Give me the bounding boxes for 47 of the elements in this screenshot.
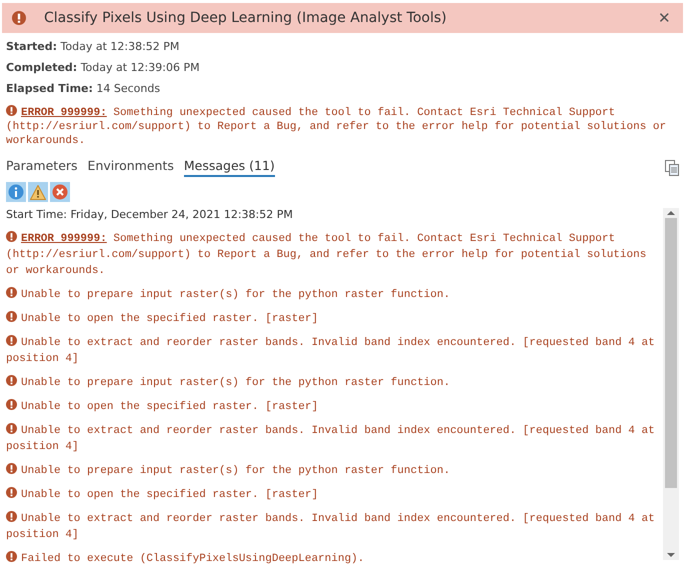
error-icon (12, 11, 26, 25)
error-link[interactable]: ERROR 999999: (21, 233, 107, 245)
filter-button[interactable] (6, 182, 26, 202)
error-message: Unable to prepare input raster(s) for the python raster function. (6, 375, 659, 391)
scroll-up-icon[interactable] (667, 208, 675, 218)
error-link[interactable]: ERROR 999999: (21, 107, 107, 119)
error-icon (6, 231, 17, 242)
error-icon (6, 551, 17, 562)
error-icon (6, 287, 17, 298)
scroll-thumb[interactable] (665, 218, 677, 488)
error-icon (6, 463, 17, 474)
info-line: Elapsed Time: 14 Seconds (5, 82, 162, 96)
error-message: Unable to prepare input raster(s) for the python raster function. (6, 287, 659, 303)
warning-icon (30, 184, 46, 200)
scrollbar[interactable] (663, 208, 679, 560)
error-icon (6, 399, 17, 410)
error-message: Unable to open the specified raster. [raster] (6, 311, 659, 327)
error-message: Failed to execute (ClassifyPixelsUsingDeepLearning). (6, 551, 659, 567)
tab[interactable]: Messages (11) (184, 158, 275, 177)
info-icon (8, 184, 24, 200)
filter-button[interactable] (28, 182, 48, 202)
error-message: Unable to extract and reorder raster bands. Invalid band index encountered. [requested band 4 at position 4] (6, 423, 656, 455)
error-message: Unable to prepare input raster(s) for the python raster function. (6, 463, 659, 479)
info-line: Completed: Today at 12:39:06 PM (5, 61, 201, 75)
error-icon (52, 184, 68, 200)
error-message: ERROR 999999: Something unexpected caused the tool to fail. Contact Esri Technical Support (http://esriurl.com/support) to Report a Bug, and refer to the error help for potential solutions or workarounds. (6, 231, 648, 279)
error-icon (6, 375, 17, 386)
tab[interactable]: Environments (88, 158, 174, 177)
error-message: ERROR 999999: Something unexpected caused the tool to fail. Contact Esri Technical Support (http://esriurl.com/support) to Report a Bug, and refer to the error help for potential solutions or workarounds. (5, 105, 668, 148)
error-icon (6, 335, 17, 346)
filter-button[interactable] (50, 182, 70, 202)
error-message: Unable to open the specified raster. [raster] (6, 487, 659, 503)
scroll-down-icon[interactable] (667, 550, 675, 560)
error-message: Unable to open the specified raster. [raster] (6, 399, 659, 415)
info-line: Started: Today at 12:38:52 PM (5, 40, 180, 54)
window-title: Classify Pixels Using Deep Learning (Image Analyst Tools) (44, 10, 448, 26)
error-message: Unable to extract and reorder raster bands. Invalid band index encountered. [requested band 4 at position 4] (6, 335, 656, 367)
error-icon (6, 105, 17, 116)
error-message: Unable to extract and reorder raster bands. Invalid band index encountered. [requested band 4 at position 4] (6, 511, 656, 543)
message-text: Start Time: Friday, December 24, 2021 12:38:52 PM (6, 208, 294, 222)
error-icon (6, 311, 17, 322)
error-icon (6, 487, 17, 498)
tab[interactable]: Parameters (6, 158, 78, 177)
error-icon (6, 511, 17, 522)
error-icon (6, 423, 17, 434)
close-button[interactable]: ✕ (654, 9, 675, 27)
copy-icon[interactable] (665, 160, 679, 176)
